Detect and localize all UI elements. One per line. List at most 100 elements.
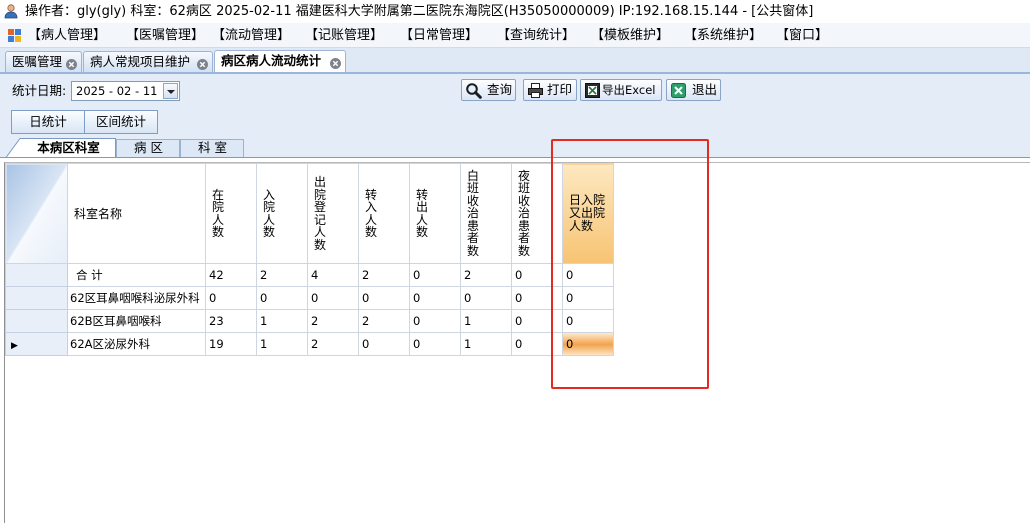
transfer-in-count-cell[interactable]: 2	[358, 309, 410, 333]
department-name-cell[interactable]: 合 计	[67, 263, 206, 287]
table-row[interactable]: 62B区耳鼻咽喉科 23 1 2 2 0 1 0 0	[5, 309, 614, 333]
close-icon[interactable]	[197, 56, 208, 70]
table-row[interactable]: 合 计 42 2 4 2 0 2 0 0	[5, 263, 614, 287]
column-header-department-name[interactable]: 科室名称	[67, 163, 206, 264]
chevron-down-icon[interactable]	[163, 83, 178, 99]
row-indicator[interactable]	[5, 263, 68, 287]
menu-system-maintenance[interactable]: 【系统维护】	[684, 28, 762, 43]
subtab-ward-departments[interactable]: 本病区科室	[22, 139, 115, 157]
search-icon	[465, 82, 482, 99]
day-shift-admitted-count-cell[interactable]: 0	[460, 286, 512, 310]
menu-order-management[interactable]: 【医嘱管理】	[126, 28, 204, 43]
menu-query-statistics[interactable]: 【查询统计】	[497, 28, 575, 43]
column-header-label: 在院人数	[212, 187, 225, 239]
transfer-in-count-cell[interactable]: 0	[358, 332, 410, 356]
discharge-registered-count-cell[interactable]: 4	[307, 263, 359, 287]
same-day-admit-discharge-count-cell[interactable]: 0	[562, 286, 614, 310]
subtab-ward[interactable]: 病 区	[117, 139, 180, 157]
export-excel-button[interactable]: 导出Excel	[580, 79, 662, 101]
row-indicator[interactable]: ▶	[5, 332, 68, 356]
night-shift-admitted-count-cell[interactable]: 0	[511, 332, 563, 356]
menu-patient-management[interactable]: 【病人管理】	[28, 28, 106, 43]
column-header-transfer-in-count[interactable]: 转入人数	[358, 163, 410, 264]
department-name-cell[interactable]: 62A区泌尿外科	[67, 332, 206, 356]
grid-header-row: 科室名称 在院人数 入院人数 出院登记人数 转入人数 转出人数 白班收治患者数 夜班收治患者数…	[5, 163, 614, 264]
column-header-label: 日入院又出院人数	[569, 193, 606, 233]
day-shift-admitted-count-cell[interactable]: 2	[460, 263, 512, 287]
discharge-registered-count-cell[interactable]: 0	[307, 286, 359, 310]
tab-ward-patient-flow-stats[interactable]: 病区病人流动统计	[214, 50, 346, 72]
menu-template-maintenance[interactable]: 【模板维护】	[591, 28, 669, 43]
window-title: 操作者：gly(gly) 科室：62病区 2025-02-11 福建医科大学附属…	[25, 4, 814, 19]
subtab-department[interactable]: 科 室	[181, 139, 244, 157]
column-header-night-shift-admitted-count[interactable]: 夜班收治患者数	[511, 163, 563, 264]
night-shift-admitted-count-cell[interactable]: 0	[511, 286, 563, 310]
day-shift-admitted-count-cell[interactable]: 1	[460, 309, 512, 333]
exit-icon	[670, 82, 687, 99]
column-header-label: 转入人数	[365, 187, 378, 239]
menu-flow-management[interactable]: 【流动管理】	[212, 28, 290, 43]
exit-button[interactable]: 退出	[666, 79, 721, 101]
admission-count-cell[interactable]: 0	[256, 286, 308, 310]
column-header-same-day-admit-discharge-count[interactable]: 日入院又出院人数	[562, 163, 614, 264]
export-excel-button-label: 导出Excel	[602, 83, 656, 97]
close-icon[interactable]	[66, 56, 77, 70]
row-indicator[interactable]	[5, 309, 68, 333]
transfer-in-count-cell[interactable]: 0	[358, 286, 410, 310]
daily-stats-button[interactable]: 日统计	[11, 110, 85, 134]
column-header-in-hospital-count[interactable]: 在院人数	[205, 163, 257, 264]
transfer-out-count-cell[interactable]: 0	[409, 263, 461, 287]
same-day-admit-discharge-count-cell[interactable]: 0	[562, 309, 614, 333]
grid-corner-cell[interactable]	[5, 163, 68, 264]
table-row[interactable]: 62区耳鼻咽喉科泌尿外科 0 0 0 0 0 0 0 0	[5, 286, 614, 310]
query-button[interactable]: 查询	[461, 79, 516, 101]
table-row[interactable]: ▶ 62A区泌尿外科 19 1 2 0 0 1 0 0	[5, 332, 614, 356]
stat-date-input[interactable]	[72, 82, 162, 100]
column-header-day-shift-admitted-count[interactable]: 白班收治患者数	[460, 163, 512, 264]
stat-date-picker[interactable]	[71, 81, 180, 101]
patient-flow-grid[interactable]: 科室名称 在院人数 入院人数 出院登记人数 转入人数 转出人数 白班收治患者数 夜班收治患者数…	[5, 163, 614, 356]
in-hospital-count-cell[interactable]: 19	[205, 332, 257, 356]
discharge-registered-count-cell[interactable]: 2	[307, 332, 359, 356]
menu-daily-management[interactable]: 【日常管理】	[400, 28, 478, 43]
sub-tab-divider	[0, 157, 1030, 158]
in-hospital-count-cell[interactable]: 42	[205, 263, 257, 287]
day-shift-admitted-count-cell[interactable]: 1	[460, 332, 512, 356]
transfer-out-count-cell[interactable]: 0	[409, 286, 461, 310]
menu-bar: 【病人管理】 【医嘱管理】 【流动管理】 【记账管理】 【日常管理】 【查询统计…	[0, 23, 1030, 48]
column-header-label: 科室名称	[74, 206, 123, 221]
column-header-admission-count[interactable]: 入院人数	[256, 163, 308, 264]
department-name-cell[interactable]: 62B区耳鼻咽喉科	[67, 309, 206, 333]
same-day-admit-discharge-count-cell[interactable]: 0	[562, 332, 614, 356]
admission-count-cell[interactable]: 1	[256, 309, 308, 333]
menu-window[interactable]: 【窗口】	[776, 28, 828, 43]
exit-button-label: 退出	[692, 82, 718, 97]
discharge-registered-count-cell[interactable]: 2	[307, 309, 359, 333]
title-bar: 操作者：gly(gly) 科室：62病区 2025-02-11 福建医科大学附属…	[0, 0, 1030, 23]
row-indicator[interactable]	[5, 286, 68, 310]
night-shift-admitted-count-cell[interactable]: 0	[511, 309, 563, 333]
tab-patient-routine-items[interactable]: 病人常规项目维护	[83, 51, 213, 72]
same-day-admit-discharge-count-cell[interactable]: 0	[562, 263, 614, 287]
window-grid-icon[interactable]	[8, 29, 21, 42]
transfer-in-count-cell[interactable]: 2	[358, 263, 410, 287]
current-row-arrow-icon: ▶	[11, 341, 18, 351]
admission-count-cell[interactable]: 1	[256, 332, 308, 356]
night-shift-admitted-count-cell[interactable]: 0	[511, 263, 563, 287]
column-header-label: 白班收治患者数	[467, 168, 480, 258]
transfer-out-count-cell[interactable]: 0	[409, 309, 461, 333]
excel-icon	[584, 82, 601, 99]
tab-orders[interactable]: 医嘱管理	[5, 51, 82, 72]
close-icon[interactable]	[330, 55, 341, 69]
admission-count-cell[interactable]: 2	[256, 263, 308, 287]
column-header-label: 出院登记人数	[314, 175, 327, 252]
in-hospital-count-cell[interactable]: 0	[205, 286, 257, 310]
column-header-transfer-out-count[interactable]: 转出人数	[409, 163, 461, 264]
menu-billing-management[interactable]: 【记账管理】	[305, 28, 383, 43]
interval-stats-button[interactable]: 区间统计	[84, 110, 158, 134]
transfer-out-count-cell[interactable]: 0	[409, 332, 461, 356]
column-header-discharge-registered-count[interactable]: 出院登记人数	[307, 163, 359, 264]
department-name-cell[interactable]: 62区耳鼻咽喉科泌尿外科	[67, 286, 206, 310]
in-hospital-count-cell[interactable]: 23	[205, 309, 257, 333]
print-button[interactable]: 打印	[523, 79, 577, 101]
